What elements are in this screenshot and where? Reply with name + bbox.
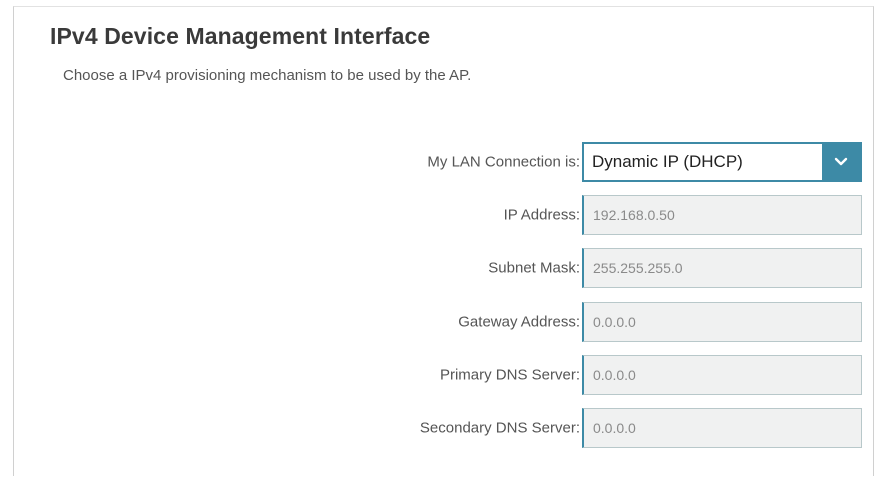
gateway-row: Gateway Address: (0, 302, 886, 342)
secondary-dns-row: Secondary DNS Server: (0, 408, 886, 448)
lan-connection-select[interactable]: Dynamic IP (DHCP) (582, 142, 862, 182)
lan-connection-value: Dynamic IP (DHCP) (592, 152, 743, 171)
ip-address-row: IP Address: (0, 195, 886, 235)
ip-address-label: IP Address: (503, 206, 580, 224)
gateway-label: Gateway Address: (458, 313, 580, 331)
lan-connection-label: My LAN Connection is: (427, 153, 580, 171)
subnet-mask-row: Subnet Mask: (0, 248, 886, 288)
subnet-mask-field[interactable] (582, 248, 862, 288)
lan-connection-row: My LAN Connection is: Dynamic IP (DHCP) (0, 142, 886, 182)
section-title: IPv4 Device Management Interface (50, 23, 431, 49)
ip-address-field[interactable] (582, 195, 862, 235)
chevron-down-icon[interactable] (822, 144, 860, 180)
gateway-field[interactable] (582, 302, 862, 342)
secondary-dns-label: Secondary DNS Server: (419, 419, 580, 437)
subnet-mask-label: Subnet Mask: (488, 259, 580, 277)
primary-dns-label: Primary DNS Server: (439, 366, 580, 384)
section-description: Choose a IPv4 provisioning mechanism to … (63, 67, 472, 84)
secondary-dns-field[interactable] (582, 408, 862, 448)
primary-dns-field[interactable] (582, 355, 862, 395)
primary-dns-row: Primary DNS Server: (0, 355, 886, 395)
